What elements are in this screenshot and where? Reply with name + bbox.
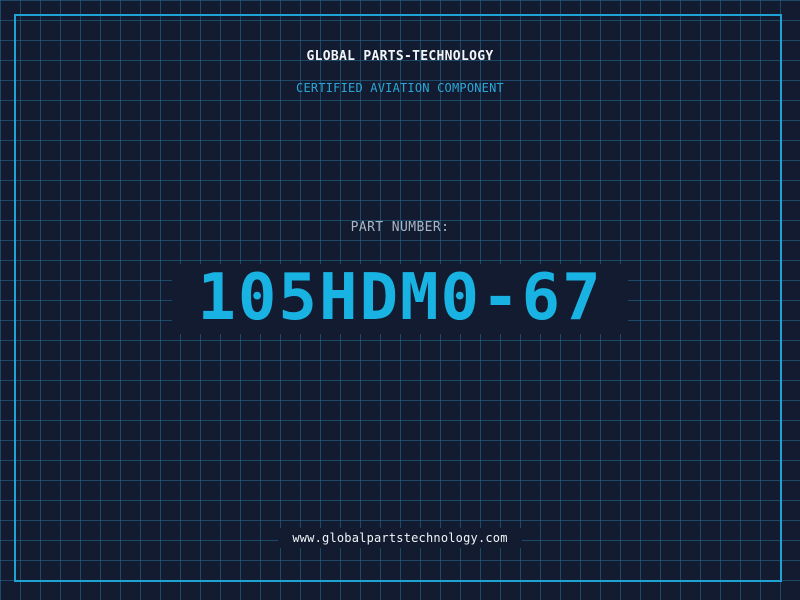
blueprint-canvas: GLOBAL PARTS-TECHNOLOGY CERTIFIED AVIATI… [0,0,800,600]
brand-name: GLOBAL PARTS-TECHNOLOGY [306,49,494,64]
part-number-label: PART NUMBER: [350,220,450,235]
part-number-value: 105HDM0-67 [197,261,603,335]
certification-subtitle: CERTIFIED AVIATION COMPONENT [296,81,504,95]
website-link: www.globalpartstechnology.com [292,531,508,545]
